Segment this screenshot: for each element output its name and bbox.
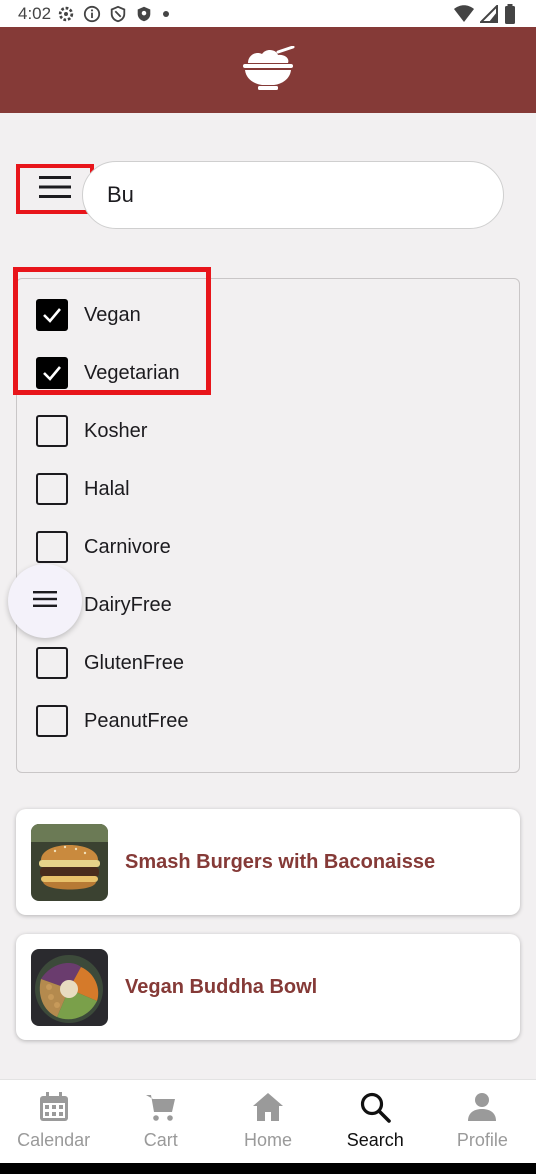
peanutfree-checkbox[interactable] xyxy=(36,705,68,737)
battery-icon xyxy=(504,4,516,29)
filter-label: Vegan xyxy=(84,303,141,326)
recipe-title: Smash Burgers with Baconaisse xyxy=(125,850,436,873)
kosher-checkbox[interactable] xyxy=(36,415,68,447)
nav-label: Home xyxy=(244,1130,293,1150)
nav-search[interactable]: Search xyxy=(322,1080,429,1164)
filter-glutenfree[interactable]: GlutenFree xyxy=(36,647,184,679)
profile-icon xyxy=(468,1093,497,1121)
glutenfree-checkbox[interactable] xyxy=(36,647,68,679)
system-gesture-bar xyxy=(0,1163,536,1174)
filter-label: GlutenFree xyxy=(84,651,185,674)
cart-icon xyxy=(145,1095,175,1121)
nav-label: Calendar xyxy=(17,1130,91,1150)
wifi-icon xyxy=(454,5,474,28)
filter-label: Carnivore xyxy=(84,535,171,558)
nav-label: Profile xyxy=(456,1130,508,1150)
nav-label: Search xyxy=(346,1130,404,1150)
nav-cart[interactable]: Cart xyxy=(107,1080,214,1164)
dietary-filter-panel xyxy=(16,278,520,773)
search-input-value: Bu xyxy=(107,182,134,207)
filter-kosher[interactable]: Kosher xyxy=(36,415,147,447)
filter-label: PeanutFree xyxy=(84,709,189,732)
hamburger-menu-icon xyxy=(39,175,71,204)
nav-home[interactable]: Home xyxy=(214,1080,321,1164)
filter-label: Kosher xyxy=(84,419,148,442)
menu-icon xyxy=(33,590,57,613)
nav-label: Cart xyxy=(143,1130,178,1150)
shield-badge-icon xyxy=(135,5,153,23)
shield-icon xyxy=(109,5,127,23)
filter-vegan[interactable]: Vegan xyxy=(36,299,141,331)
status-time: 4:02 xyxy=(18,3,52,23)
recipe-card[interactable]: Smash Burgers with Baconaisse xyxy=(16,809,520,915)
checkmark-icon xyxy=(43,308,61,323)
nav-profile[interactable]: Profile xyxy=(429,1080,536,1164)
burger-photo xyxy=(31,823,108,901)
filter-label: Halal xyxy=(84,477,130,500)
carnivore-checkbox[interactable] xyxy=(36,531,68,563)
rice-bowl-icon xyxy=(240,45,296,95)
filter-halal[interactable]: Halal xyxy=(36,473,130,505)
halal-checkbox[interactable] xyxy=(36,473,68,505)
dot-icon xyxy=(161,9,171,19)
checkmark-icon xyxy=(43,366,61,381)
home-icon xyxy=(253,1093,283,1121)
recipe-card[interactable]: Vegan Buddha Bowl xyxy=(16,934,520,1040)
floating-menu-button[interactable] xyxy=(8,564,82,638)
filter-peanutfree[interactable]: PeanutFree xyxy=(36,705,189,737)
buddha-bowl-photo xyxy=(31,948,108,1026)
search-icon xyxy=(361,1092,392,1123)
settings-gear-icon xyxy=(57,5,75,23)
calendar-icon xyxy=(39,1092,68,1121)
filter-vegetarian[interactable]: Vegetarian xyxy=(36,357,180,389)
bottom-navigation: Calendar Cart Home Search Profile xyxy=(0,1079,536,1164)
filter-label: DairyFree xyxy=(84,593,172,616)
vegetarian-checkbox[interactable] xyxy=(36,357,68,389)
app-header xyxy=(0,27,536,113)
recipe-title: Vegan Buddha Bowl xyxy=(125,975,318,998)
info-icon xyxy=(83,5,101,23)
signal-icon xyxy=(478,3,498,28)
filter-carnivore[interactable]: Carnivore xyxy=(36,531,171,563)
filter-label: Vegetarian xyxy=(84,361,180,384)
status-bar: 4:02 xyxy=(0,0,536,27)
nav-calendar[interactable]: Calendar xyxy=(0,1080,107,1164)
search-input[interactable]: Bu xyxy=(82,161,504,229)
vegan-checkbox[interactable] xyxy=(36,299,68,331)
